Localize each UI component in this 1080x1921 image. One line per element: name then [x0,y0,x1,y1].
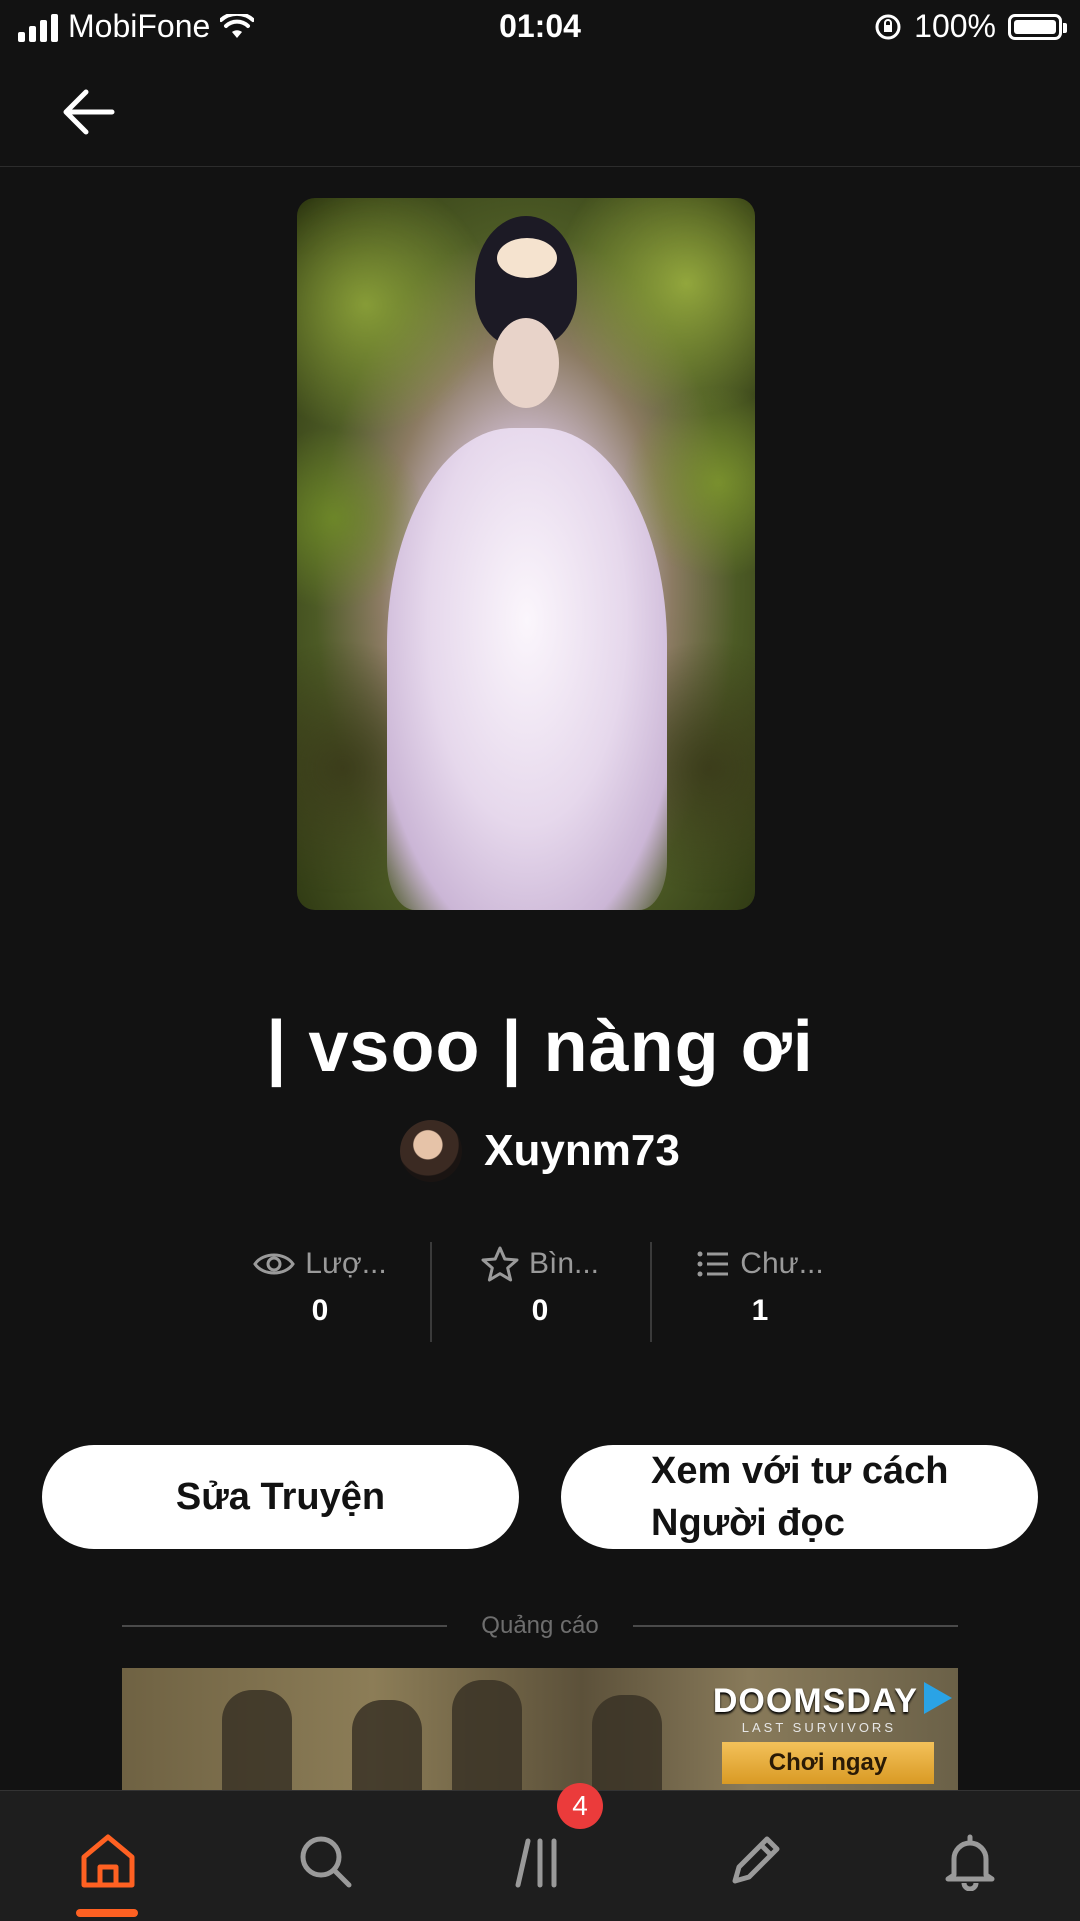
pencil-icon [732,1836,780,1884]
home-icon [81,1834,135,1888]
library-badge: 4 [557,1783,603,1829]
library-icon [515,1838,557,1888]
story-stats: Lượ... 0 Bìn... 0 Chư... 1 [210,1242,870,1342]
active-tab-indicator [76,1909,138,1917]
nav-search[interactable] [285,1821,365,1901]
avatar [400,1120,463,1182]
ad-banner[interactable]: DOOMSDAY LAST SURVIVORS Chơi ngay [122,1668,958,1790]
author-name: Xuynm73 [484,1126,680,1175]
stat-label: Chư... [740,1247,824,1280]
star-icon [481,1246,519,1282]
ad-tagline: LAST SURVIVORS [741,1720,896,1735]
stat-chapters: Chư... 1 [650,1242,870,1342]
battery-percent: 100% [914,8,996,44]
status-right: 100% [874,8,1067,45]
arrow-left-icon [63,89,115,135]
ad-label: Quảng cáo [481,1612,599,1639]
ad-brand: DOOMSDAY [712,1682,918,1720]
stat-label: Bìn... [528,1247,600,1280]
ad-play-button[interactable]: Chơi ngay [722,1742,934,1784]
stat-value: 0 [531,1294,549,1327]
bell-icon [945,1834,995,1891]
nav-library[interactable] [500,1821,580,1901]
story-title: | vsoo | nàng ơi [266,1007,814,1087]
top-nav [0,56,1080,167]
stat-value: 1 [751,1294,769,1327]
stat-reads: Lượ... 0 [210,1242,430,1342]
rotation-lock-icon [875,14,901,39]
battery-icon [1008,13,1067,40]
status-bar: MobiFone 01:04 100% [0,0,1080,56]
bottom-nav: 4 [0,1783,1080,1921]
view-as-reader-line1: Xem với tư cách [651,1450,949,1492]
back-button[interactable] [58,80,130,144]
stat-label: Lượ... [305,1247,387,1280]
view-as-reader-line2: Người đọc [651,1502,845,1544]
search-icon [300,1836,352,1888]
ad-label-row: Quảng cáo [122,1612,959,1640]
eye-icon [253,1253,296,1275]
nav-notifications[interactable] [930,1821,1010,1901]
nav-home[interactable] [68,1821,148,1901]
view-as-reader-button[interactable]: Xem với tư cách Người đọc [561,1445,1038,1549]
list-icon [697,1251,729,1277]
play-icon [924,1682,952,1714]
ad-cta-label: Chơi ngay [768,1749,888,1776]
story-cover-image [297,198,755,910]
author-link[interactable]: Xuynm73 [0,1120,1080,1182]
nav-write[interactable] [715,1821,795,1901]
edit-story-label: Sửa Truyện [175,1475,386,1518]
stat-value: 0 [311,1294,329,1327]
stat-votes: Bìn... 0 [430,1242,650,1342]
edit-story-button[interactable]: Sửa Truyện [42,1445,519,1549]
